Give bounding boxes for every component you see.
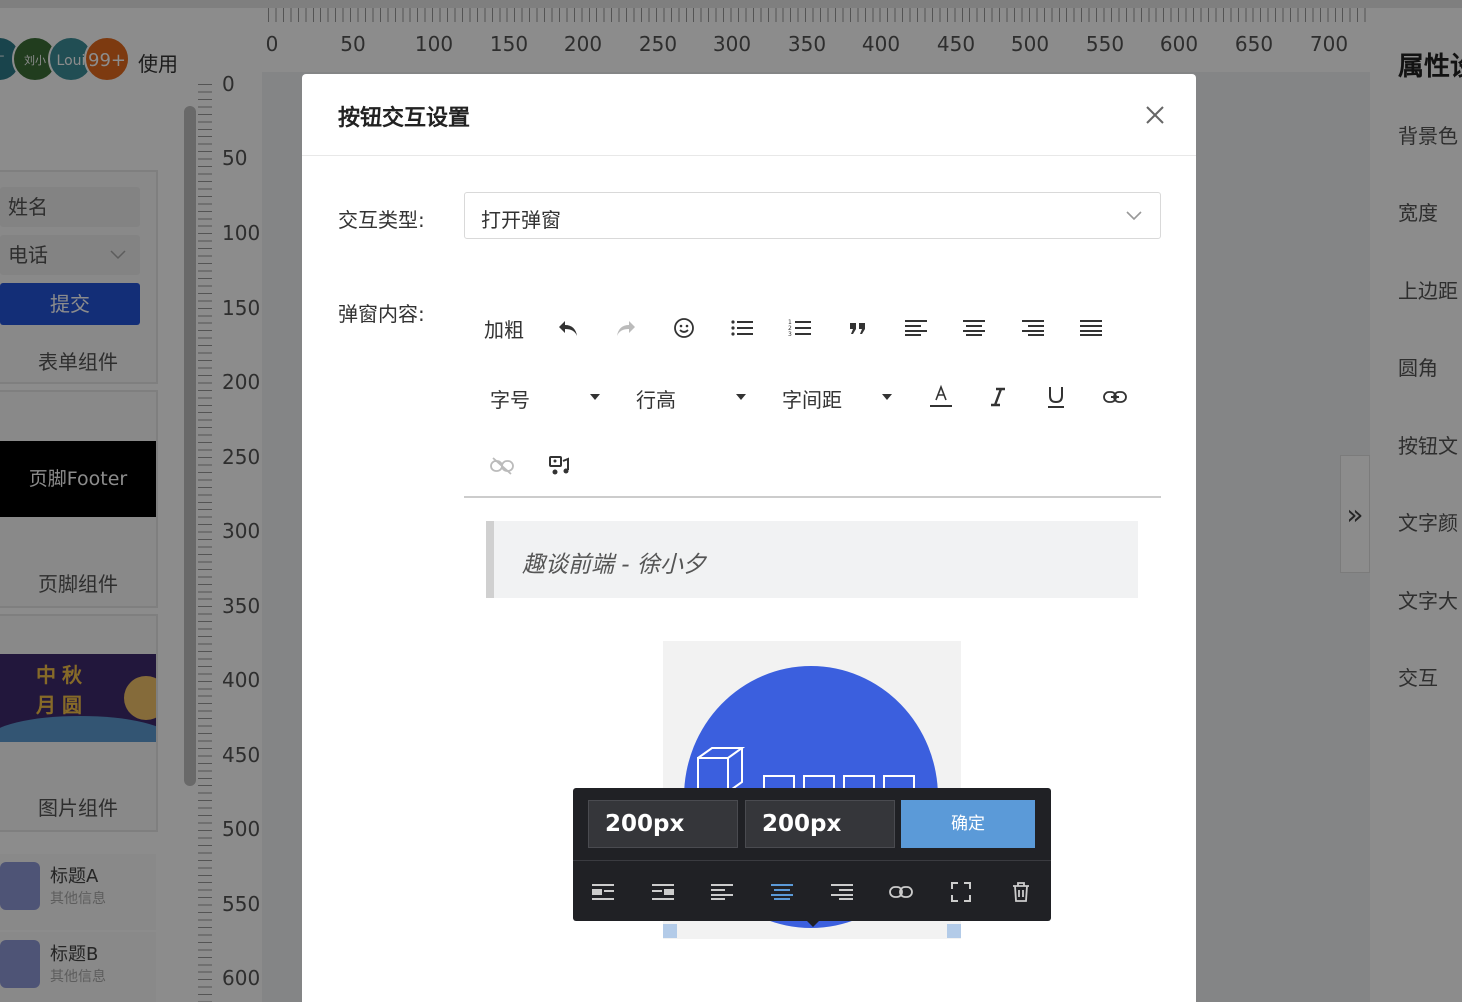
resize-handle[interactable] bbox=[663, 924, 677, 938]
svg-text:3: 3 bbox=[788, 331, 792, 338]
redo-button[interactable] bbox=[610, 312, 642, 344]
image-height-input[interactable]: 200px bbox=[745, 800, 895, 848]
align-center-icon bbox=[771, 884, 793, 900]
image-width-input[interactable]: 200px bbox=[588, 800, 738, 848]
image-link-button[interactable] bbox=[885, 876, 917, 908]
align-right-button[interactable] bbox=[1017, 312, 1049, 344]
interaction-type-label: 交互类型: bbox=[338, 208, 425, 232]
quote-icon bbox=[850, 323, 865, 334]
bullet-list-icon bbox=[731, 320, 753, 336]
unlink-button[interactable] bbox=[486, 450, 518, 482]
interaction-type-value: 打开弹窗 bbox=[481, 208, 561, 232]
popover-divider bbox=[573, 860, 1051, 861]
fullscreen-icon bbox=[951, 882, 971, 902]
unlink-icon bbox=[490, 457, 514, 475]
image-align-right-button[interactable] bbox=[826, 876, 858, 908]
modal-title: 按钮交互设置 bbox=[338, 106, 471, 131]
float-left-icon bbox=[592, 884, 614, 900]
line-height-dropdown[interactable]: 行高 bbox=[636, 384, 676, 413]
bullet-list-button[interactable] bbox=[726, 312, 758, 344]
underline-icon bbox=[1048, 387, 1064, 408]
popover-arrow bbox=[805, 919, 821, 927]
redo-icon bbox=[617, 321, 635, 336]
image-align-center-button[interactable] bbox=[766, 876, 798, 908]
insert-link-button[interactable] bbox=[1099, 380, 1131, 414]
emoji-button[interactable] bbox=[668, 312, 700, 344]
modal-header: 按钮交互设置 bbox=[302, 74, 1196, 156]
align-left-icon bbox=[905, 320, 927, 336]
bold-label: 加粗 bbox=[484, 317, 524, 342]
align-left-button[interactable] bbox=[900, 312, 932, 344]
interaction-type-select[interactable]: 打开弹窗 bbox=[464, 192, 1161, 239]
caret-down-icon bbox=[590, 394, 600, 400]
image-settings-popover: 200px 200px 确定 bbox=[573, 788, 1051, 927]
italic-button[interactable] bbox=[982, 380, 1014, 414]
align-justify-button[interactable] bbox=[1075, 312, 1107, 344]
blockquote-button[interactable] bbox=[842, 312, 874, 344]
trash-icon bbox=[1013, 882, 1029, 902]
align-right-icon bbox=[831, 884, 853, 900]
undo-button[interactable] bbox=[552, 312, 584, 344]
letter-spacing-dropdown[interactable]: 字间距 bbox=[782, 384, 842, 413]
undo-icon bbox=[559, 321, 577, 336]
caret-down-icon bbox=[736, 394, 746, 400]
letter-spacing-label: 字间距 bbox=[782, 388, 842, 412]
fullscreen-button[interactable] bbox=[945, 876, 977, 908]
line-height-label: 行高 bbox=[636, 388, 676, 412]
float-right-button[interactable] bbox=[647, 876, 679, 908]
toolbar-divider bbox=[464, 496, 1161, 498]
bold-button[interactable]: 加粗 bbox=[480, 312, 528, 344]
font-color-icon bbox=[930, 384, 952, 407]
font-color-button[interactable] bbox=[925, 380, 957, 414]
link-icon bbox=[889, 886, 913, 898]
chevron-down-icon bbox=[1126, 211, 1142, 221]
align-right-icon bbox=[1022, 320, 1044, 336]
delete-image-button[interactable] bbox=[1005, 876, 1037, 908]
blockquote-text: 趣谈前端 - 徐小夕 bbox=[522, 552, 706, 578]
link-icon bbox=[1103, 391, 1127, 403]
align-center-icon bbox=[963, 320, 985, 336]
close-icon[interactable] bbox=[1140, 100, 1170, 130]
underline-button[interactable] bbox=[1040, 380, 1072, 414]
italic-icon bbox=[991, 387, 1005, 407]
insert-media-button[interactable] bbox=[544, 450, 576, 482]
confirm-button[interactable]: 确定 bbox=[901, 800, 1035, 848]
caret-down-icon bbox=[882, 394, 892, 400]
media-icon bbox=[549, 456, 569, 475]
align-justify-icon bbox=[1080, 320, 1102, 336]
align-center-button[interactable] bbox=[958, 312, 990, 344]
ordered-list-icon: 123 bbox=[788, 319, 811, 338]
align-left-icon bbox=[711, 884, 733, 900]
float-left-button[interactable] bbox=[587, 876, 619, 908]
image-align-left-button[interactable] bbox=[706, 876, 738, 908]
float-right-icon bbox=[652, 884, 674, 900]
emoji-icon bbox=[674, 318, 694, 338]
ordered-list-button[interactable]: 123 bbox=[784, 312, 816, 344]
popup-content-label: 弹窗内容: bbox=[338, 302, 425, 326]
font-size-dropdown[interactable]: 字号 bbox=[490, 384, 530, 413]
font-size-label: 字号 bbox=[490, 388, 530, 412]
resize-handle[interactable] bbox=[947, 924, 961, 938]
editor-blockquote[interactable]: 趣谈前端 - 徐小夕 bbox=[486, 521, 1138, 598]
